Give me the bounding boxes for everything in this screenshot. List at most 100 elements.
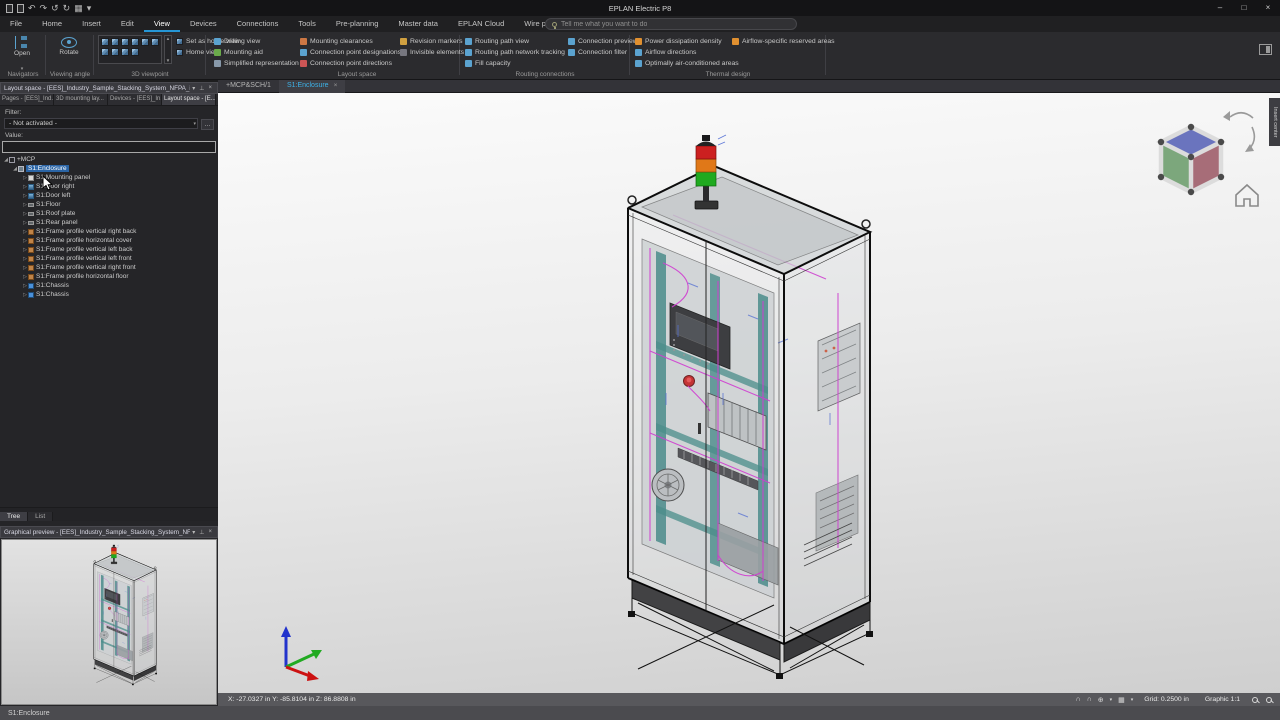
simplified-representation-button[interactable]: Simplified representation bbox=[214, 58, 299, 68]
tree-item-chassis[interactable]: ▷ S1:Chassis bbox=[0, 290, 218, 299]
preview-canvas[interactable] bbox=[1, 539, 217, 705]
viewpoint-cube-icon[interactable] bbox=[101, 38, 109, 46]
filter-dropdown[interactable]: - Not activated - ▾ … bbox=[4, 118, 198, 129]
menu-home[interactable]: Home bbox=[32, 16, 72, 32]
connection-point-designations-button[interactable]: Connection point designations bbox=[300, 47, 401, 57]
tab-pages[interactable]: Pages - [EES]_Ind... bbox=[0, 94, 54, 105]
panel-menu-icon[interactable]: ▾ bbox=[190, 85, 197, 92]
filter-more-button[interactable]: … bbox=[201, 119, 214, 130]
viewpoint-cube-grid[interactable] bbox=[98, 35, 162, 64]
menu-pre-planning[interactable]: Pre-planning bbox=[326, 16, 389, 32]
ribbon-display-options-icon[interactable] bbox=[1259, 44, 1272, 55]
enclosure-icon bbox=[18, 166, 24, 172]
close-button[interactable]: × bbox=[1256, 0, 1280, 16]
snap-icon[interactable]: ∩ bbox=[1076, 696, 1081, 703]
maximize-button[interactable]: □ bbox=[1232, 0, 1256, 16]
fill-capacity-button[interactable]: Fill capacity bbox=[465, 58, 511, 68]
mounting-clearances-button[interactable]: Mounting clearances bbox=[300, 36, 373, 46]
3d-viewport[interactable]: Insert center bbox=[218, 93, 1280, 693]
tab-3d-mounting-layout[interactable]: 3D mounting lay... bbox=[54, 94, 108, 105]
menu-master-data[interactable]: Master data bbox=[388, 16, 448, 32]
airflow-directions-button[interactable]: Airflow directions bbox=[635, 47, 696, 57]
tab-schematic-page[interactable]: +MCP&SCH/1 bbox=[218, 80, 279, 93]
tree-item-enclosure[interactable]: ◢ S1:Enclosure bbox=[0, 164, 218, 173]
preview-enclosure-model bbox=[2, 540, 216, 704]
revision-markers-button[interactable]: Revision markers bbox=[400, 36, 463, 46]
chevron-down-icon[interactable]: ▾ bbox=[1131, 697, 1134, 703]
tab-s1-enclosure[interactable]: S1:Enclosure× bbox=[279, 80, 345, 93]
home-view-icon[interactable] bbox=[1236, 185, 1258, 206]
chevron-down-icon[interactable]: ▾ bbox=[1110, 697, 1113, 703]
rotate-button[interactable]: Rotate bbox=[48, 34, 90, 56]
grid-size-indicator[interactable]: Grid: 0.2500 in bbox=[1144, 696, 1189, 703]
value-input[interactable] bbox=[2, 141, 216, 153]
open-navigator-button[interactable]: Open ▾ bbox=[1, 34, 43, 75]
drilling-view-button[interactable]: Drilling view bbox=[214, 36, 260, 46]
menu-eplan-cloud[interactable]: EPLAN Cloud bbox=[448, 16, 514, 32]
scroll-down-icon[interactable]: ▼ bbox=[166, 58, 170, 63]
search-input[interactable]: Tell me what you want to do bbox=[545, 18, 797, 30]
routing-path-network-tracking-button[interactable]: Routing path network tracking bbox=[465, 47, 565, 57]
tree-item-frame-profile[interactable]: ▷ S1:Frame profile horizontal cover bbox=[0, 236, 218, 245]
frame-profile-icon bbox=[28, 265, 34, 271]
tab-list[interactable]: List bbox=[28, 512, 53, 521]
view-cube[interactable] bbox=[1146, 99, 1266, 217]
panel-close-icon[interactable]: × bbox=[206, 85, 214, 91]
tree-item-roof-plate[interactable]: ▷ S1:Roof plate bbox=[0, 209, 218, 218]
zoom-in-icon[interactable] bbox=[1252, 697, 1258, 703]
tree-item-door-left[interactable]: ▷ S1:Door left bbox=[0, 191, 218, 200]
menu-edit[interactable]: Edit bbox=[111, 16, 144, 32]
connection-point-directions-button[interactable]: Connection point directions bbox=[300, 58, 392, 68]
optimally-air-conditioned-areas-button[interactable]: Optimally air-conditioned areas bbox=[635, 58, 739, 68]
dock-panel-header[interactable]: Layout space - [EES]_Industry_Sample_Sta… bbox=[0, 82, 218, 94]
tree-root-mcp[interactable]: ◢ +MCP bbox=[0, 155, 218, 164]
power-dissipation-density-button[interactable]: Power dissipation density bbox=[635, 36, 722, 46]
panel-close-icon[interactable]: × bbox=[206, 529, 214, 535]
tab-devices[interactable]: Devices - [EES]_In... bbox=[108, 94, 162, 105]
view-cube-body[interactable] bbox=[1158, 124, 1224, 195]
tree-item-chassis[interactable]: ▷ S1:Chassis bbox=[0, 281, 218, 290]
insert-center-tab[interactable]: Insert center bbox=[1269, 98, 1280, 146]
tree-item-frame-profile[interactable]: ▷ S1:Frame profile vertical left back bbox=[0, 245, 218, 254]
chevron-down-icon: ▾ bbox=[193, 119, 196, 129]
airflow-specific-reserved-areas-button[interactable]: Airflow-specific reserved areas bbox=[732, 36, 835, 46]
tree-item-mounting-panel[interactable]: ▷ S1:Mounting panel bbox=[0, 173, 218, 182]
object-snap-icon[interactable]: ∩ bbox=[1087, 696, 1092, 703]
preview-panel-header[interactable]: Graphical preview - [EES]_Industry_Sampl… bbox=[0, 526, 218, 538]
menu-insert[interactable]: Insert bbox=[72, 16, 111, 32]
layers-icon[interactable]: ⊕ bbox=[1098, 696, 1104, 704]
tree-item-frame-profile[interactable]: ▷ S1:Frame profile vertical left front bbox=[0, 254, 218, 263]
tree-item-frame-profile[interactable]: ▷ S1:Frame profile vertical right front bbox=[0, 263, 218, 272]
rotate-view-arrows[interactable] bbox=[1223, 111, 1254, 152]
mounting-aid-button[interactable]: Mounting aid bbox=[214, 47, 263, 57]
tab-layout-space[interactable]: Layout space - [E... bbox=[162, 94, 216, 105]
tree-item-rear-panel[interactable]: ▷ S1:Rear panel bbox=[0, 218, 218, 227]
connection-preview-button[interactable]: Connection preview bbox=[568, 36, 638, 46]
close-tab-icon[interactable]: × bbox=[334, 82, 338, 89]
panel-menu-icon[interactable]: ▾ bbox=[190, 529, 197, 536]
menu-view[interactable]: View bbox=[144, 16, 180, 32]
graphic-scale-indicator[interactable]: Graphic 1:1 bbox=[1205, 696, 1240, 703]
tree-item-door-right[interactable]: ▷ S1:Door right bbox=[0, 182, 218, 191]
tab-tree[interactable]: Tree bbox=[0, 512, 28, 521]
tree-item-floor[interactable]: ▷ S1:Floor bbox=[0, 200, 218, 209]
viewpoint-scrollbar[interactable]: ▲ ▼ bbox=[164, 35, 172, 64]
bulb-icon bbox=[552, 22, 557, 27]
tree-item-frame-profile[interactable]: ▷ S1:Frame profile horizontal floor bbox=[0, 272, 218, 281]
tree-item-frame-profile[interactable]: ▷ S1:Frame profile vertical right back bbox=[0, 227, 218, 236]
connection-filter-button[interactable]: Connection filter bbox=[568, 47, 627, 57]
enclosure-3d-model[interactable] bbox=[628, 135, 873, 679]
panel-pin-icon[interactable]: ⊥ bbox=[197, 85, 206, 92]
menu-devices[interactable]: Devices bbox=[180, 16, 227, 32]
menu-tools[interactable]: Tools bbox=[288, 16, 326, 32]
minimize-button[interactable]: – bbox=[1208, 0, 1232, 16]
zoom-out-icon[interactable] bbox=[1266, 697, 1272, 703]
scroll-up-icon[interactable]: ▲ bbox=[166, 36, 170, 41]
invisible-elements-button[interactable]: Invisible elements bbox=[400, 47, 464, 57]
menu-connections[interactable]: Connections bbox=[227, 16, 289, 32]
grid-toggle-icon[interactable]: ▦ bbox=[1118, 696, 1125, 704]
panel-pin-icon[interactable]: ⊥ bbox=[197, 529, 206, 536]
menu-file[interactable]: File bbox=[0, 16, 32, 32]
value-label: Value: bbox=[0, 129, 218, 140]
routing-path-view-button[interactable]: Routing path view bbox=[465, 36, 529, 46]
